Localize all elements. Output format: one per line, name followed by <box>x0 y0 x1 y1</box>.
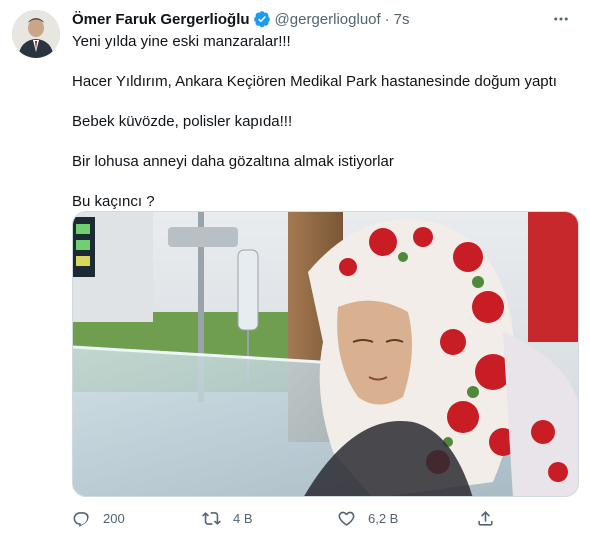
tweet[interactable]: Ömer Faruk Gergerlioğlu @gergerliogluof … <box>0 0 590 536</box>
tweet-line: Hacer Yıldırım, Ankara Keçiören Medikal … <box>72 73 557 90</box>
tweet-photo[interactable] <box>72 211 579 497</box>
author-name[interactable]: Ömer Faruk Gergerlioğlu <box>72 11 250 28</box>
author-handle[interactable]: @gergerliogluof <box>275 11 381 28</box>
avatar-photo <box>12 10 60 58</box>
tweet-text: Yeni yılda yine eski manzaralar!!! Hacer… <box>72 32 577 232</box>
retweet-icon <box>202 511 221 525</box>
more-dots-icon[interactable] <box>550 8 572 30</box>
tweet-timestamp[interactable]: 7s <box>394 11 410 28</box>
hospital-photo <box>73 212 578 496</box>
heart-icon <box>338 511 355 526</box>
verified-badge-icon <box>253 11 270 28</box>
like-button[interactable]: 6,2 B <box>337 509 398 528</box>
reply-icon <box>73 511 89 527</box>
retweet-count: 4 B <box>233 510 253 526</box>
avatar[interactable] <box>12 10 60 58</box>
tweet-line: Yeni yılda yine eski manzaralar!!! <box>72 33 291 50</box>
share-icon <box>478 510 493 526</box>
share-button[interactable] <box>476 509 495 528</box>
tweet-actions: 200 4 B 6,2 B <box>72 507 502 529</box>
tweet-line: Bir lohusa anneyi daha gözaltına almak i… <box>72 153 394 170</box>
tweet-line: Bebek küvözde, polisler kapıda!!! <box>72 113 293 130</box>
like-count: 6,2 B <box>368 510 399 526</box>
separator-dot: · <box>384 10 390 28</box>
reply-button[interactable]: 200 <box>72 509 125 528</box>
retweet-button[interactable]: 4 B <box>202 509 253 528</box>
reply-count: 200 <box>103 510 125 526</box>
tweet-header: Ömer Faruk Gergerlioğlu @gergerliogluof … <box>72 8 578 30</box>
tweet-line: Bu kaçıncı ? <box>72 193 155 210</box>
